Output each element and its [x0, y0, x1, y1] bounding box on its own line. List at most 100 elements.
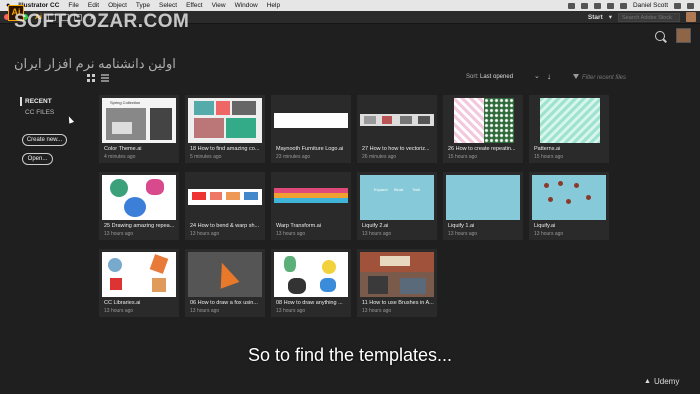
- file-time: 4 minutes ago: [104, 154, 136, 160]
- file-card[interactable]: CC Libraries.ai 13 hours ago: [99, 249, 179, 317]
- menu-window[interactable]: Window: [235, 2, 258, 9]
- file-time: 13 hours ago: [448, 231, 478, 237]
- sidebar-item-recent[interactable]: RECENT: [25, 98, 52, 105]
- file-time: 5 minutes ago: [190, 154, 222, 160]
- file-time: 13 hours ago: [104, 231, 134, 237]
- file-name: 26 How to create repeatin...: [448, 146, 516, 152]
- workspace-switcher[interactable]: Start: [588, 14, 603, 21]
- sort-dropdown[interactable]: Last opened: [480, 74, 513, 80]
- app-menu[interactable]: Illustrator CC: [18, 2, 59, 9]
- file-thumbnail: [188, 252, 262, 297]
- file-time: 26 minutes ago: [362, 154, 397, 160]
- menu-select[interactable]: Select: [159, 2, 177, 9]
- file-thumbnail: [532, 98, 606, 143]
- search-icon[interactable]: [655, 31, 665, 41]
- file-card[interactable]: Warp Transform.ai 13 hours ago: [271, 172, 351, 240]
- chevron-down-icon[interactable]: ⌄: [534, 72, 540, 80]
- workspace-chevron-icon[interactable]: ▾: [609, 13, 612, 21]
- file-name: 24 How to bend & warp sh...: [190, 223, 260, 229]
- file-thumbnail: [274, 252, 348, 297]
- video-subtitle: So to find the templates...: [247, 345, 453, 365]
- thumb-word: Expand: [374, 187, 388, 192]
- mouse-cursor: [66, 115, 75, 124]
- file-card[interactable]: 26 How to create repeatin... 15 hours ag…: [443, 95, 523, 163]
- file-thumbnail: [188, 98, 262, 143]
- sidebar-item-cc-files[interactable]: CC FILES: [25, 109, 54, 116]
- file-thumbnail: [360, 98, 434, 143]
- sort-direction-icon[interactable]: ↓: [547, 72, 551, 81]
- file-time: 23 minutes ago: [276, 154, 311, 160]
- toolbar-avatar[interactable]: [686, 12, 696, 22]
- menu-object[interactable]: Object: [108, 2, 127, 9]
- file-name: 06 How to draw a fox usin...: [190, 300, 258, 306]
- file-card[interactable]: Expand Bloat Twirl Liquify 2.ai 13 hours…: [357, 172, 437, 240]
- file-name: Maynooth Furniture Logo.ai: [276, 146, 344, 152]
- thumb-caption: Spring Collection: [110, 100, 141, 105]
- list-view-icon[interactable]: [101, 74, 109, 82]
- file-time: 13 hours ago: [276, 308, 306, 314]
- wifi-icon[interactable]: [606, 2, 614, 9]
- spotlight-icon[interactable]: [674, 2, 681, 9]
- file-time: 13 hours ago: [534, 231, 564, 237]
- file-card[interactable]: 11 How to use Brushes in A... 13 hours a…: [357, 249, 437, 317]
- thumb-word: Twirl: [412, 187, 421, 192]
- file-name: 08 How to draw anything ...: [276, 300, 343, 306]
- file-card[interactable]: 18 How to find amazing co... 5 minutes a…: [185, 95, 265, 163]
- file-card[interactable]: Patterns.ai 15 hours ago: [529, 95, 609, 163]
- file-card[interactable]: Maynooth Furniture Logo.ai 23 minutes ag…: [271, 95, 351, 163]
- user-name[interactable]: Daniel Scott: [633, 2, 668, 9]
- menu-help[interactable]: Help: [267, 2, 280, 9]
- file-card[interactable]: 08 How to draw anything ... 13 hours ago: [271, 249, 351, 317]
- file-thumbnail: [102, 252, 176, 297]
- battery-icon[interactable]: [593, 2, 601, 9]
- file-thumbnail: [274, 98, 348, 143]
- volume-icon[interactable]: [619, 2, 627, 9]
- creative-cloud-icon[interactable]: [567, 2, 575, 9]
- menu-edit[interactable]: Edit: [88, 2, 99, 9]
- grid-view-icon[interactable]: [87, 74, 95, 82]
- file-time: 13 hours ago: [362, 231, 392, 237]
- file-thumbnail: [274, 175, 348, 220]
- file-card[interactable]: 25 Drawing amazing repea... 13 hours ago: [99, 172, 179, 240]
- menu-view[interactable]: View: [212, 2, 226, 9]
- file-thumbnail: [446, 175, 520, 220]
- recent-selected-indicator: [20, 97, 22, 106]
- file-card[interactable]: 24 How to bend & warp sh... 13 hours ago: [185, 172, 265, 240]
- create-new-button[interactable]: Create new...: [22, 134, 67, 146]
- watermark-subtext: اولین دانشنامه نرم افزار ایران: [14, 56, 176, 71]
- file-card[interactable]: Liquify 1.ai 13 hours ago: [443, 172, 523, 240]
- file-name: Liquify 1.ai: [448, 223, 475, 229]
- file-name: 25 Drawing amazing repea...: [104, 223, 175, 229]
- file-thumbnail: [446, 98, 520, 143]
- menu-type[interactable]: Type: [136, 2, 150, 9]
- file-time: 13 hours ago: [276, 231, 306, 237]
- file-card[interactable]: Liquify.ai 13 hours ago: [529, 172, 609, 240]
- file-name: Liquify 2.ai: [362, 223, 389, 229]
- menu-effect[interactable]: Effect: [186, 2, 203, 9]
- file-card[interactable]: Spring Collection Color Theme.ai 4 minut…: [99, 95, 179, 163]
- file-thumbnail: [532, 175, 606, 220]
- file-name: 27 How to how to vectoriz...: [362, 146, 430, 152]
- file-name: CC Libraries.ai: [104, 300, 141, 306]
- file-time: 13 hours ago: [190, 308, 220, 314]
- file-thumbnail: Spring Collection: [102, 98, 176, 143]
- file-card[interactable]: 27 How to how to vectoriz... 26 minutes …: [357, 95, 437, 163]
- file-name: 18 How to find amazing co...: [190, 146, 260, 152]
- thumb-word: Bloat: [394, 187, 404, 192]
- filter-icon: [573, 74, 579, 79]
- dropbox-icon[interactable]: [580, 2, 588, 9]
- file-thumbnail: Expand Bloat Twirl: [360, 175, 434, 220]
- open-button[interactable]: Open...: [22, 153, 53, 165]
- stock-search-input[interactable]: Search Adobe Stock: [618, 12, 680, 22]
- menu-bar-status: Daniel Scott: [567, 2, 694, 9]
- file-time: 15 hours ago: [534, 154, 564, 160]
- udemy-brand: Udemy: [654, 377, 680, 386]
- user-avatar[interactable]: [676, 28, 691, 43]
- filter-input[interactable]: Filter recent files: [582, 73, 672, 83]
- file-name: 11 How to use Brushes in A...: [362, 300, 434, 306]
- file-card[interactable]: 06 How to draw a fox usin... 13 hours ag…: [185, 249, 265, 317]
- file-thumbnail: [188, 175, 262, 220]
- menu-file[interactable]: File: [68, 2, 78, 9]
- file-thumbnail: [102, 175, 176, 220]
- notification-center-icon[interactable]: [687, 2, 694, 9]
